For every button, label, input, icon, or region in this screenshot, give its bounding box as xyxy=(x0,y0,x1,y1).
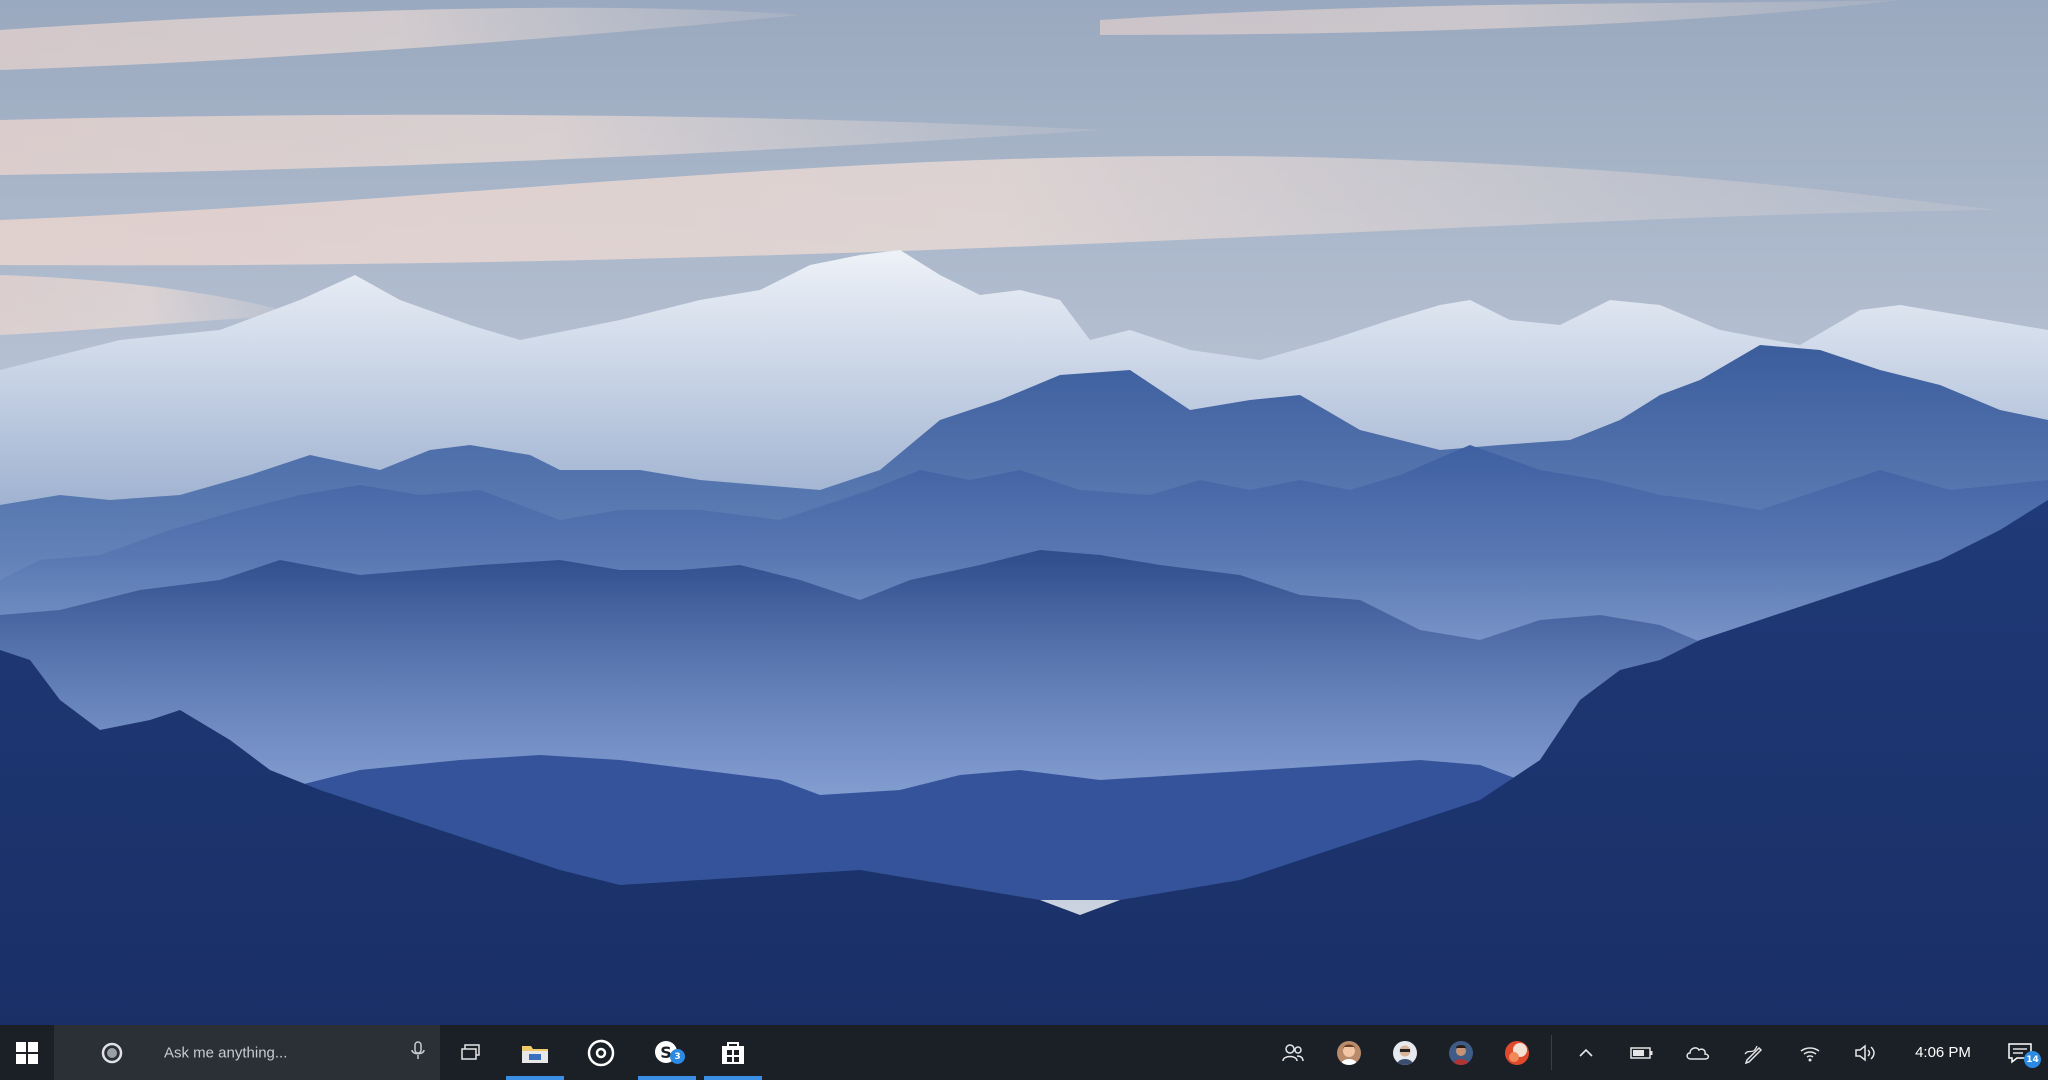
search-box[interactable]: Ask me anything... xyxy=(54,1025,440,1080)
show-hidden-icons-button[interactable] xyxy=(1558,1025,1614,1080)
avatar xyxy=(1449,1040,1473,1065)
taskbar-app-skype[interactable]: S 3 xyxy=(634,1025,700,1080)
people-button[interactable] xyxy=(1265,1025,1321,1080)
contact-avatar-1[interactable] xyxy=(1321,1025,1377,1080)
volume-button[interactable] xyxy=(1838,1025,1894,1080)
chevron-up-icon xyxy=(1579,1048,1593,1057)
search-placeholder[interactable]: Ask me anything... xyxy=(164,1044,287,1061)
taskbar: Ask me anything... S 3 4:06 PM 14 xyxy=(0,1025,2048,1080)
wifi-icon xyxy=(1800,1046,1820,1061)
taskbar-app-groove-music[interactable] xyxy=(568,1025,634,1080)
avatar xyxy=(1393,1040,1417,1065)
people-icon xyxy=(1282,1043,1304,1061)
network-button[interactable] xyxy=(1782,1025,1838,1080)
skype-badge: 3 xyxy=(670,1049,685,1064)
taskbar-spacer xyxy=(766,1025,1265,1080)
pen-icon xyxy=(1744,1045,1763,1064)
desktop-wallpaper xyxy=(0,0,2048,1025)
contact-avatar-3[interactable] xyxy=(1433,1025,1489,1080)
folder-icon xyxy=(522,1045,548,1063)
microphone-icon[interactable] xyxy=(410,1040,426,1065)
contact-avatar-4[interactable] xyxy=(1489,1025,1545,1080)
music-disc-icon xyxy=(587,1039,615,1066)
onedrive-cloud-icon xyxy=(1686,1046,1710,1060)
volume-icon xyxy=(1855,1043,1875,1062)
action-center-button[interactable]: 14 xyxy=(1992,1025,2048,1080)
windows-ink-button[interactable] xyxy=(1726,1025,1782,1080)
notification-count-badge: 14 xyxy=(2024,1051,2041,1068)
taskbar-app-store[interactable] xyxy=(700,1025,766,1080)
start-button[interactable] xyxy=(0,1025,54,1080)
contact-avatar-2[interactable] xyxy=(1377,1025,1433,1080)
store-icon xyxy=(722,1041,744,1064)
task-view-icon xyxy=(461,1043,480,1060)
cortana-icon[interactable] xyxy=(100,1041,124,1065)
task-view-button[interactable] xyxy=(440,1025,502,1080)
avatar xyxy=(1337,1040,1361,1065)
tray-divider xyxy=(1551,1035,1552,1070)
taskbar-app-file-explorer[interactable] xyxy=(502,1025,568,1080)
battery-icon xyxy=(1630,1046,1653,1059)
battery-button[interactable] xyxy=(1614,1025,1670,1080)
clock[interactable]: 4:06 PM xyxy=(1894,1025,1992,1080)
avatar xyxy=(1505,1040,1529,1065)
onedrive-button[interactable] xyxy=(1670,1025,1726,1080)
windows-logo-icon xyxy=(16,1041,38,1064)
